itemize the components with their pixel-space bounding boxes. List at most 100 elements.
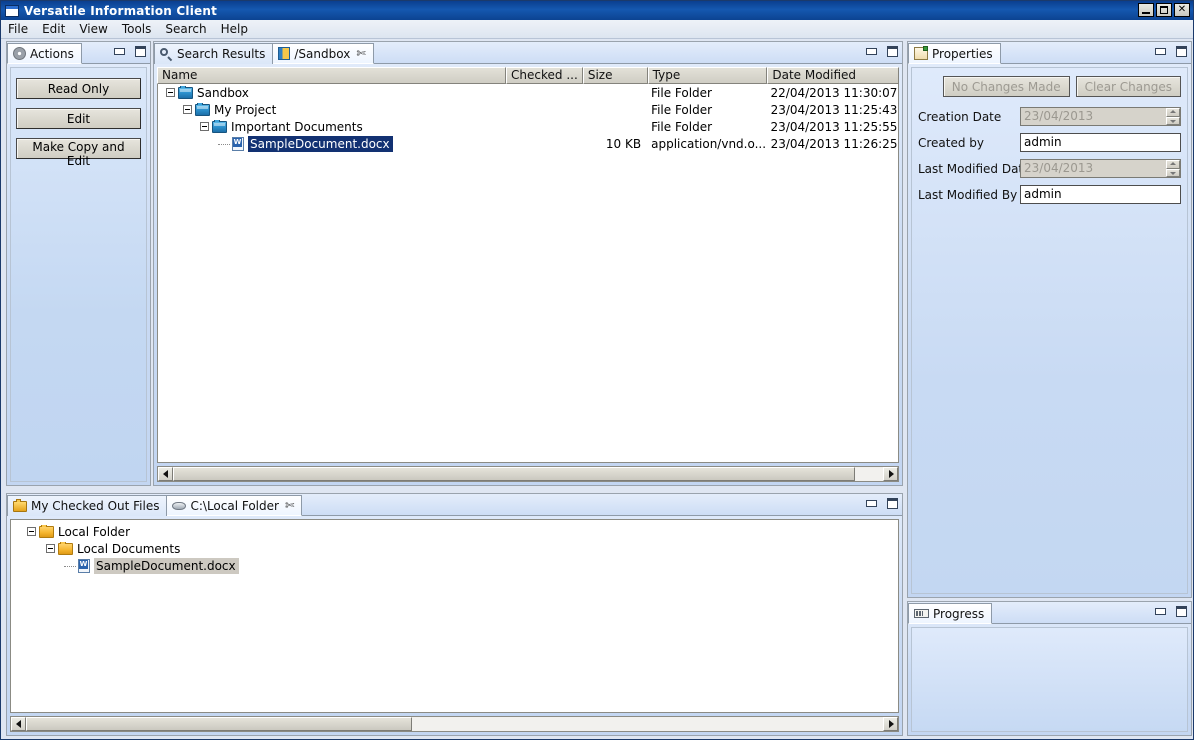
column-header-size[interactable]: Size — [582, 67, 648, 84]
actions-tab-bar: Actions — [7, 42, 150, 64]
menu-help[interactable]: Help — [214, 21, 255, 37]
menu-view[interactable]: View — [72, 21, 114, 37]
properties-form: No Changes Made Clear Changes Creation D… — [911, 67, 1188, 594]
expander-icon[interactable] — [166, 88, 175, 97]
tab-local-folder-close-icon[interactable]: ✄ — [285, 500, 294, 511]
tab-progress[interactable]: Progress — [908, 603, 993, 624]
local-horizontal-scrollbar[interactable] — [10, 716, 899, 732]
tab-actions-label: Actions — [30, 46, 74, 61]
clear-changes-button[interactable]: Clear Changes — [1075, 76, 1181, 97]
make-copy-and-edit-button[interactable]: Make Copy and Edit — [16, 138, 141, 168]
gear-icon — [13, 47, 26, 60]
repository-browser-panel: Search Results /Sandbox ✄ Name Checked .… — [153, 41, 903, 486]
spinner-down-icon[interactable] — [1166, 168, 1180, 177]
creation-date-spinner[interactable]: 23/04/2013 — [1020, 107, 1181, 126]
browser-horizontal-scrollbar[interactable] — [157, 466, 899, 482]
menu-tools[interactable]: Tools — [115, 21, 159, 37]
local-row-name: SampleDocument.docx — [94, 557, 239, 574]
scroll-left-icon[interactable] — [11, 717, 26, 731]
properties-tab-bar: Properties — [908, 42, 1191, 64]
progress-maximize-icon[interactable] — [1176, 606, 1187, 617]
tab-properties[interactable]: Properties — [908, 43, 1001, 64]
column-header-date-modified[interactable]: Date Modified — [767, 67, 899, 84]
file-table-body: Sandbox File Folder 22/04/2013 11:30:07 … — [157, 84, 899, 463]
browser-minimize-icon[interactable] — [866, 48, 877, 55]
no-changes-made-button[interactable]: No Changes Made — [942, 76, 1070, 97]
table-row[interactable]: SampleDocument.docx 10 KB application/vn… — [158, 135, 898, 152]
expander-icon[interactable] — [200, 122, 209, 131]
table-row[interactable]: Sandbox File Folder 22/04/2013 11:30:07 — [158, 84, 898, 101]
expander-icon[interactable] — [27, 527, 36, 536]
actions-maximize-icon[interactable] — [135, 46, 146, 57]
tab-sandbox-close-icon[interactable]: ✄ — [356, 48, 365, 59]
spinner-up-icon[interactable] — [1166, 160, 1180, 169]
list-item[interactable]: Local Folder — [11, 523, 898, 540]
last-modified-by-field[interactable]: admin — [1020, 185, 1181, 204]
created-by-row: Created by admin — [918, 133, 1181, 152]
menu-search[interactable]: Search — [158, 21, 213, 37]
window-controls: ✕ — [1138, 3, 1190, 17]
maximize-button[interactable] — [1156, 3, 1172, 17]
properties-panel: Properties No Changes Made Clear Changes… — [907, 41, 1192, 598]
tab-my-checked-out-files-label: My Checked Out Files — [31, 499, 160, 513]
row-date-modified: 23/04/2013 11:25:55 — [770, 119, 898, 134]
list-item[interactable]: SampleDocument.docx — [11, 557, 898, 574]
menu-bar: File Edit View Tools Search Help — [1, 20, 1193, 39]
last-modified-date-stepper[interactable] — [1166, 160, 1180, 177]
tree-line — [218, 143, 230, 145]
read-only-button[interactable]: Read Only — [16, 78, 141, 99]
column-header-checked-out[interactable]: Checked ... — [506, 67, 583, 84]
properties-maximize-icon[interactable] — [1176, 46, 1187, 57]
progress-panel-controls — [1155, 606, 1187, 617]
actions-minimize-icon[interactable] — [114, 48, 125, 55]
creation-date-row: Creation Date 23/04/2013 — [918, 107, 1181, 126]
row-name: My Project — [214, 102, 277, 117]
scroll-thumb[interactable] — [26, 717, 412, 731]
spinner-up-icon[interactable] — [1166, 108, 1180, 117]
checked-out-folder-icon — [13, 498, 27, 512]
close-button[interactable]: ✕ — [1174, 3, 1190, 17]
scroll-track[interactable] — [173, 467, 883, 481]
scroll-right-icon[interactable] — [883, 717, 898, 731]
created-by-label: Created by — [918, 135, 985, 150]
scroll-right-icon[interactable] — [883, 467, 898, 481]
last-modified-by-label: Last Modified By — [918, 187, 1018, 202]
properties-minimize-icon[interactable] — [1155, 48, 1166, 55]
column-header-type[interactable]: Type — [647, 67, 768, 84]
menu-edit[interactable]: Edit — [35, 21, 72, 37]
tab-sandbox[interactable]: /Sandbox ✄ — [273, 43, 374, 64]
spinner-down-icon[interactable] — [1166, 116, 1180, 125]
table-row[interactable]: My Project File Folder 23/04/2013 11:25:… — [158, 101, 898, 118]
tab-actions[interactable]: Actions — [7, 43, 82, 64]
expander-icon[interactable] — [46, 544, 55, 553]
last-modified-date-row: Last Modified Date 23/04/2013 — [918, 159, 1181, 178]
word-document-icon — [78, 558, 90, 573]
folder-blue-icon — [178, 85, 193, 99]
last-modified-date-label: Last Modified Date — [918, 161, 1031, 176]
scroll-left-icon[interactable] — [158, 467, 173, 481]
local-maximize-icon[interactable] — [887, 498, 898, 509]
creation-date-stepper[interactable] — [1166, 108, 1180, 125]
progress-minimize-icon[interactable] — [1155, 608, 1166, 615]
local-row-name: Local Folder — [58, 524, 130, 539]
row-name: SampleDocument.docx — [248, 135, 393, 152]
expander-icon[interactable] — [183, 105, 192, 114]
scroll-track[interactable] — [26, 717, 883, 731]
tab-my-checked-out-files[interactable]: My Checked Out Files — [7, 495, 168, 516]
menu-file[interactable]: File — [1, 21, 35, 37]
tab-search-results[interactable]: Search Results — [154, 43, 274, 64]
browser-maximize-icon[interactable] — [887, 46, 898, 57]
row-type: File Folder — [651, 85, 712, 100]
edit-button[interactable]: Edit — [16, 108, 141, 129]
local-minimize-icon[interactable] — [866, 500, 877, 507]
tab-local-folder[interactable]: C:\Local Folder ✄ — [167, 495, 303, 516]
column-header-name[interactable]: Name — [157, 67, 507, 84]
table-row[interactable]: Important Documents File Folder 23/04/20… — [158, 118, 898, 135]
properties-button-row: No Changes Made Clear Changes — [918, 76, 1181, 97]
last-modified-date-spinner[interactable]: 23/04/2013 — [1020, 159, 1181, 178]
minimize-button[interactable] — [1138, 3, 1154, 17]
scroll-thumb[interactable] — [173, 467, 855, 481]
drive-icon — [172, 501, 187, 510]
created-by-field[interactable]: admin — [1020, 133, 1181, 152]
list-item[interactable]: Local Documents — [11, 540, 898, 557]
